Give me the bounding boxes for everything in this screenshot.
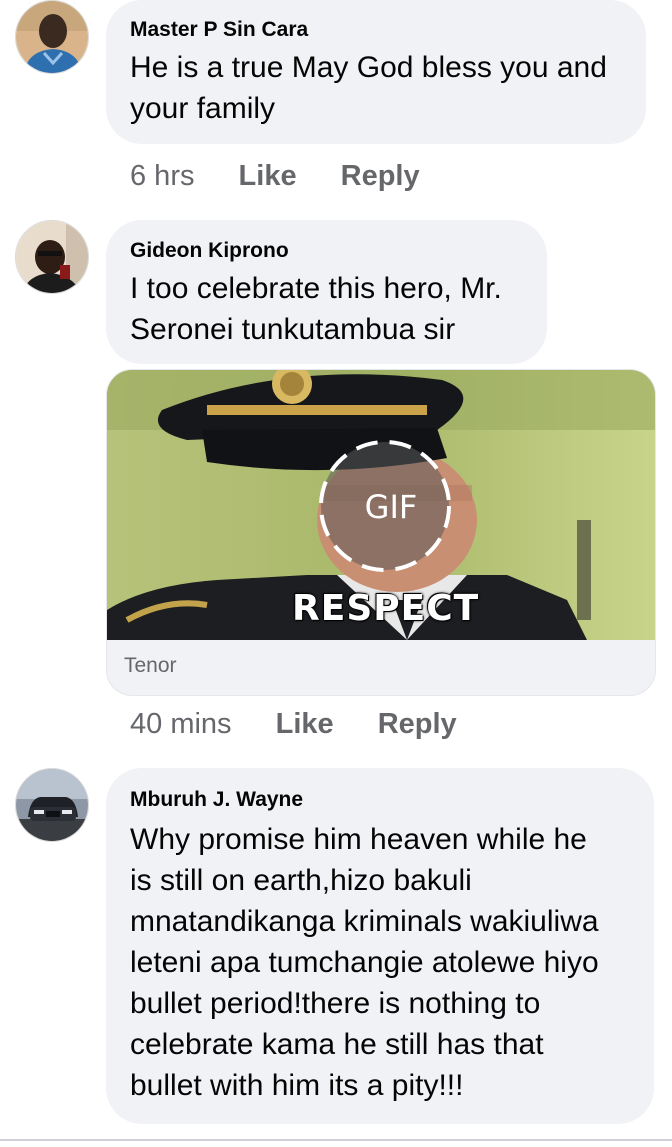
comment-text-line: bullet period!there is nothing to	[130, 987, 541, 1020]
reply-button[interactable]: Reply	[341, 160, 420, 193]
comment-text-line: Seronei tunkutambua sir	[130, 313, 456, 346]
comment-text: Why promise him heaven while he is still…	[130, 819, 630, 1106]
comment-bubble: Master P Sin Cara He is a true May God b…	[106, 0, 646, 144]
avatar-image	[16, 221, 88, 293]
avatar-mburuh[interactable]	[15, 768, 89, 842]
avatar-image	[16, 1, 88, 73]
gif-badge: GIF	[364, 488, 418, 526]
gif-attachment[interactable]: GIF RESPECT Tenor	[106, 369, 656, 696]
comment-text-line: Why promise him heaven while he	[130, 823, 587, 856]
avatar-image	[16, 769, 88, 841]
avatar-master-p[interactable]	[15, 0, 89, 74]
divider	[0, 1139, 672, 1141]
comment-author[interactable]: Master P Sin Cara	[130, 17, 622, 43]
comment-text-line: He is a true May God bless you and	[130, 51, 607, 84]
comment-text-line: bullet with him its a pity!!!	[130, 1069, 464, 1102]
comment-text-line: your family	[130, 92, 276, 125]
comment-text: I too celebrate this hero, Mr. Seronei t…	[130, 268, 523, 350]
comment-actions: 6 hrs Like Reply	[130, 160, 420, 193]
comment-text-line: I too celebrate this hero, Mr.	[130, 272, 502, 305]
comment-text: He is a true May God bless you and your …	[130, 47, 622, 129]
reply-button[interactable]: Reply	[378, 708, 457, 741]
comment-text-line: leteni apa tumchangie atolewe hiyo	[130, 946, 599, 979]
comment-bubble: Mburuh J. Wayne Why promise him heaven w…	[106, 768, 654, 1124]
comment-text-line: mnatandikanga kriminals wakiuliwa	[130, 905, 599, 938]
comment-time[interactable]: 6 hrs	[130, 160, 194, 193]
comment-bubble: Gideon Kiprono I too celebrate this hero…	[106, 220, 547, 364]
gif-image[interactable]: GIF RESPECT	[107, 370, 655, 640]
comment-author[interactable]: Mburuh J. Wayne	[130, 787, 630, 813]
comment-text-line: celebrate kama he still has that	[130, 1028, 544, 1061]
comment-time[interactable]: 40 mins	[130, 708, 232, 741]
comment-actions: 40 mins Like Reply	[130, 708, 457, 741]
comment-author[interactable]: Gideon Kiprono	[130, 238, 523, 264]
gif-caption: RESPECT	[292, 588, 480, 629]
gif-source[interactable]: Tenor	[124, 654, 177, 678]
like-button[interactable]: Like	[239, 160, 297, 193]
comment-text-line: is still on earth,hizo bakuli	[130, 864, 472, 897]
avatar-gideon[interactable]	[15, 220, 89, 294]
like-button[interactable]: Like	[276, 708, 334, 741]
